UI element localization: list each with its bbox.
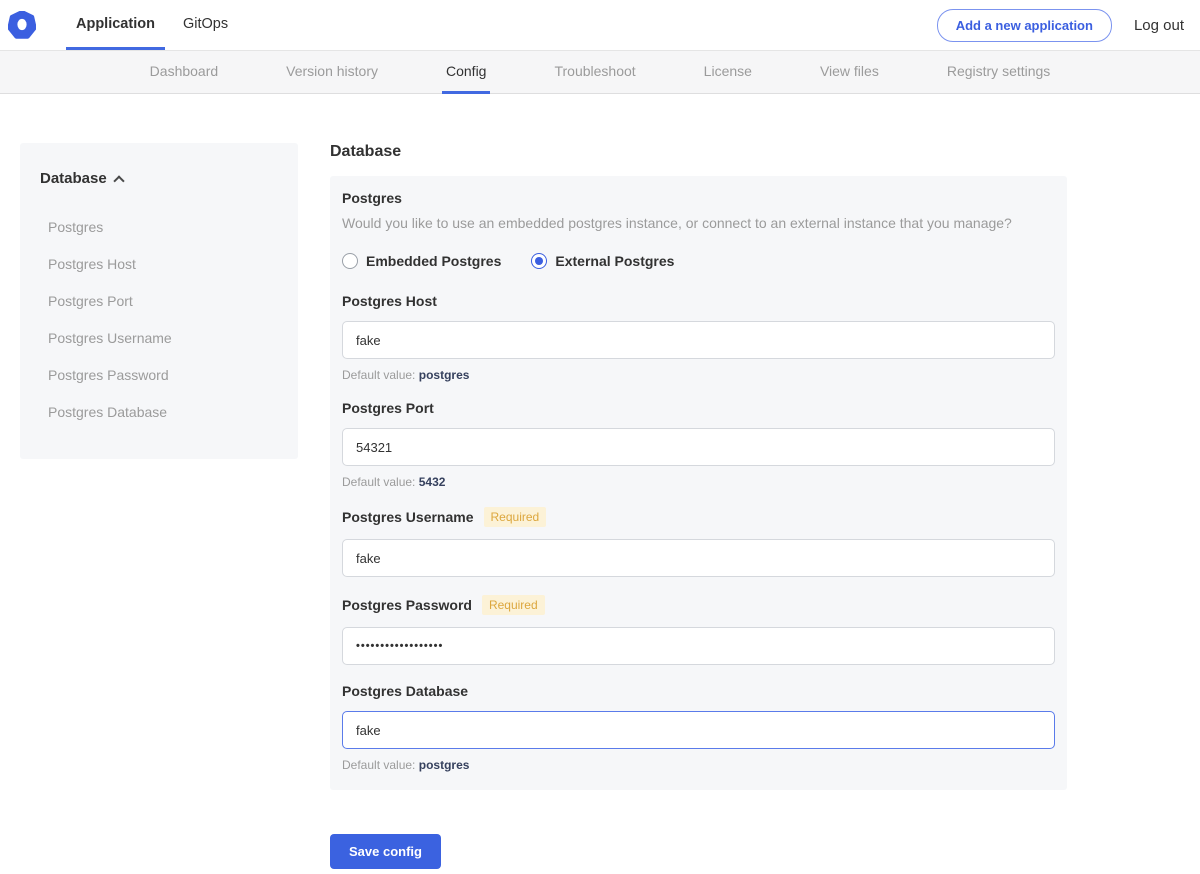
field-postgres-database: Postgres Database Default value: postgre… <box>342 683 1055 772</box>
field-postgres-port: Postgres Port Default value: 5432 <box>342 400 1055 489</box>
app-subnav: Dashboard Version history Config Trouble… <box>0 50 1200 94</box>
tab-license[interactable]: License <box>700 51 756 94</box>
default-value-text: postgres <box>419 368 470 382</box>
top-tab-gitops[interactable]: GitOps <box>173 0 238 50</box>
sidebar-item-postgres-password[interactable]: Postgres Password <box>48 357 278 394</box>
postgres-password-input[interactable] <box>342 627 1055 665</box>
radio-external-postgres[interactable]: External Postgres <box>531 253 674 269</box>
tab-config-label: Config <box>446 63 486 79</box>
tab-view-files-label: View files <box>820 63 879 79</box>
tab-version-history-label: Version history <box>286 63 378 79</box>
postgres-group-help-text: Would you like to use an embedded postgr… <box>342 215 1055 231</box>
top-tab-application[interactable]: Application <box>66 0 165 50</box>
radio-embedded-postgres[interactable]: Embedded Postgres <box>342 253 501 269</box>
postgres-database-label: Postgres Database <box>342 683 468 699</box>
postgres-port-input[interactable] <box>342 428 1055 466</box>
postgres-port-default-helper: Default value: 5432 <box>342 475 1055 489</box>
default-value-text: 5432 <box>419 475 446 489</box>
tab-registry-settings[interactable]: Registry settings <box>943 51 1054 94</box>
postgres-database-default-helper: Default value: postgres <box>342 758 1055 772</box>
default-value-label: Default value: <box>342 368 415 382</box>
sidebar-item-postgres-database[interactable]: Postgres Database <box>48 394 278 431</box>
sidebar-group-database[interactable]: Database <box>40 170 278 187</box>
postgres-mode-radio-group: Embedded Postgres External Postgres <box>342 253 1055 269</box>
radio-embedded-postgres-label: Embedded Postgres <box>366 253 501 269</box>
tab-dashboard-label: Dashboard <box>150 63 219 79</box>
required-badge: Required <box>484 507 547 527</box>
config-section-heading: Database <box>330 143 1067 161</box>
tab-config[interactable]: Config <box>442 51 490 94</box>
tab-registry-settings-label: Registry settings <box>947 63 1050 79</box>
config-page-content: Database Postgres Postgres Host Postgres… <box>0 94 1200 869</box>
sidebar-item-postgres[interactable]: Postgres <box>48 209 278 246</box>
sidebar-item-postgres-username[interactable]: Postgres Username <box>48 320 278 357</box>
postgres-port-label: Postgres Port <box>342 400 434 416</box>
field-postgres-username: Postgres Username Required <box>342 507 1055 577</box>
tab-dashboard[interactable]: Dashboard <box>146 51 223 94</box>
postgres-password-label: Postgres Password <box>342 597 472 613</box>
postgres-group-label: Postgres <box>342 190 1055 206</box>
top-tab-application-label: Application <box>76 16 155 32</box>
sidebar-item-postgres-host[interactable]: Postgres Host <box>48 246 278 283</box>
default-value-text: postgres <box>419 758 470 772</box>
app-logo[interactable] <box>8 0 36 50</box>
config-form-main: Database Postgres Would you like to use … <box>330 143 1067 869</box>
add-new-application-button[interactable]: Add a new application <box>937 9 1112 42</box>
postgres-database-input[interactable] <box>342 711 1055 749</box>
topnav-right-actions: Add a new application Log out <box>937 0 1184 50</box>
field-postgres-password: Postgres Password Required <box>342 595 1055 665</box>
logout-link[interactable]: Log out <box>1134 17 1184 34</box>
sidebar-group-database-label: Database <box>40 170 107 187</box>
sidebar-item-list: Postgres Postgres Host Postgres Port Pos… <box>40 209 278 431</box>
heptagon-logo-icon <box>8 11 36 39</box>
chevron-up-icon <box>113 175 124 186</box>
postgres-host-input[interactable] <box>342 321 1055 359</box>
sidebar-item-postgres-port[interactable]: Postgres Port <box>48 283 278 320</box>
database-config-panel: Postgres Would you like to use an embedd… <box>330 176 1067 790</box>
postgres-host-default-helper: Default value: postgres <box>342 368 1055 382</box>
postgres-host-label: Postgres Host <box>342 293 437 309</box>
required-badge: Required <box>482 595 545 615</box>
postgres-username-label: Postgres Username <box>342 509 474 525</box>
radio-external-postgres-label: External Postgres <box>555 253 674 269</box>
tab-troubleshoot[interactable]: Troubleshoot <box>550 51 639 94</box>
default-value-label: Default value: <box>342 475 415 489</box>
top-navbar: Application GitOps Add a new application… <box>0 0 1200 50</box>
radio-unselected-icon[interactable] <box>342 253 358 269</box>
config-groups-sidebar: Database Postgres Postgres Host Postgres… <box>20 143 298 459</box>
postgres-username-input[interactable] <box>342 539 1055 577</box>
top-tab-gitops-label: GitOps <box>183 16 228 32</box>
tab-license-label: License <box>704 63 752 79</box>
tab-version-history[interactable]: Version history <box>282 51 382 94</box>
default-value-label: Default value: <box>342 758 415 772</box>
radio-selected-icon[interactable] <box>531 253 547 269</box>
field-postgres-host: Postgres Host Default value: postgres <box>342 293 1055 382</box>
save-config-button[interactable]: Save config <box>330 834 441 869</box>
tab-view-files[interactable]: View files <box>816 51 883 94</box>
tab-troubleshoot-label: Troubleshoot <box>554 63 635 79</box>
